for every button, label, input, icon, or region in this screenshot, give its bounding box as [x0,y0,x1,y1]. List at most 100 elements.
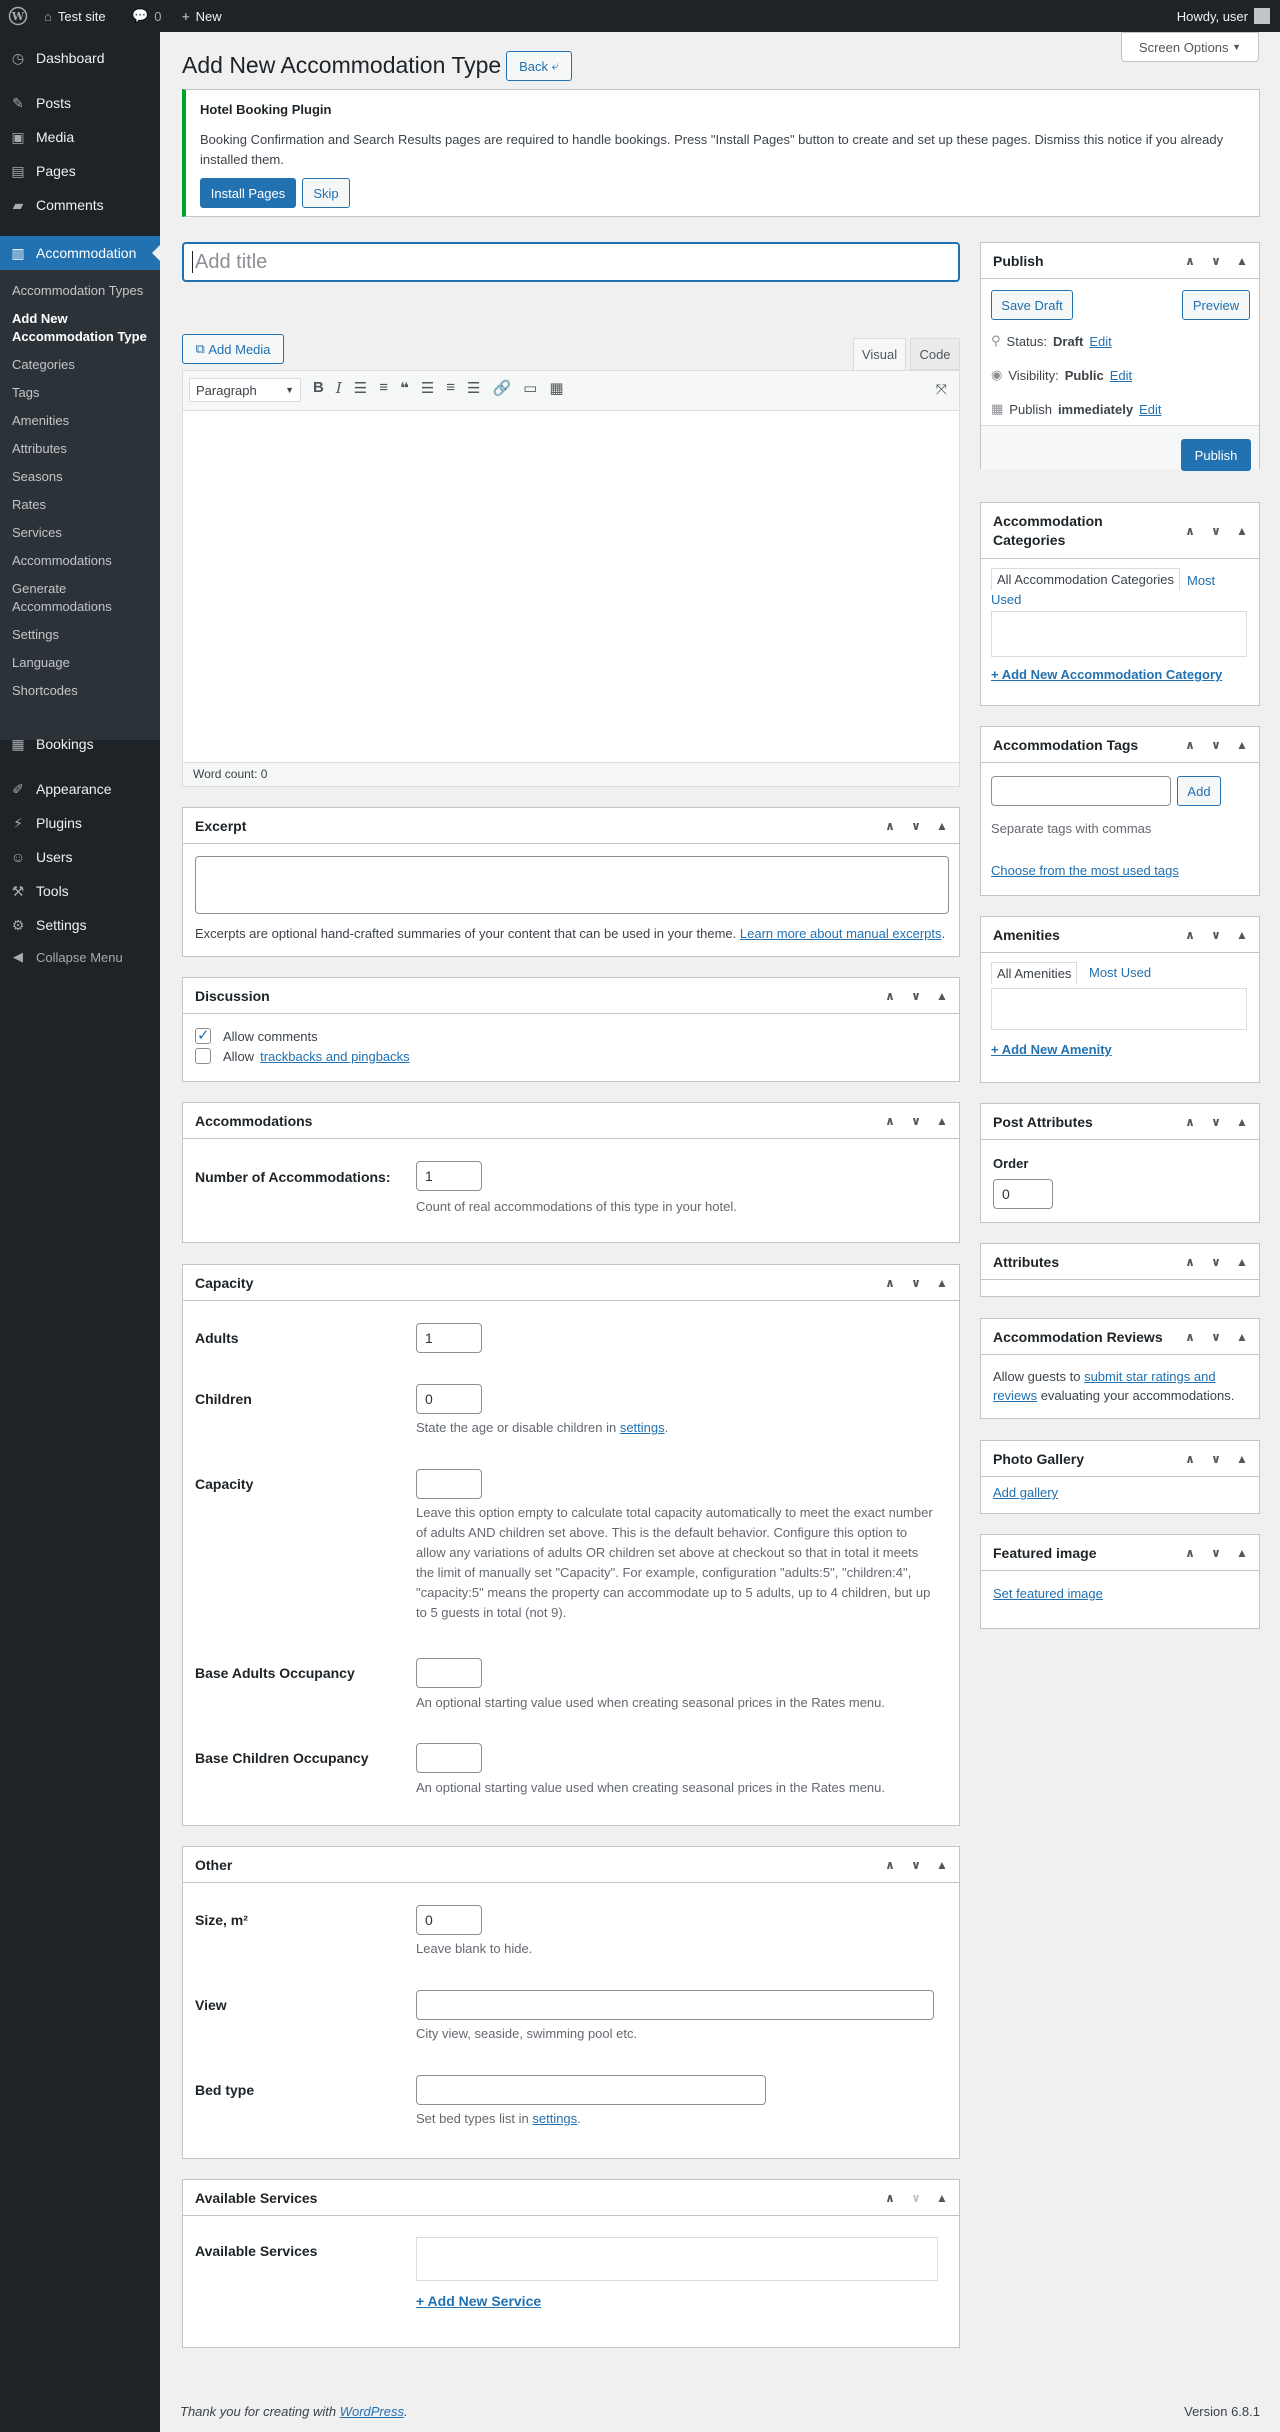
move-down-icon[interactable]: ∨ [1205,254,1227,268]
allow-trackbacks-checkbox[interactable] [195,1048,211,1064]
set-featured-image-link[interactable]: Set featured image [993,1586,1103,1601]
capacity-input[interactable] [416,1469,482,1499]
move-up-icon[interactable]: ∧ [879,2191,901,2205]
toggle-arrow-icon[interactable]: ▲ [931,1276,953,1290]
edit-visibility-link[interactable]: Edit [1110,368,1132,383]
submenu-settings[interactable]: Settings [12,626,152,644]
toggle-arrow-icon[interactable]: ▲ [1231,254,1253,268]
align-left-icon[interactable]: ☰ [421,379,434,397]
blockquote-icon[interactable]: ❝ [400,379,409,397]
move-up-icon[interactable]: ∧ [1179,1255,1201,1269]
menu-comments[interactable]: ▰ Comments [0,188,160,222]
toggle-arrow-icon[interactable]: ▲ [931,989,953,1003]
tab-visual[interactable]: Visual [853,338,906,370]
submenu-generate-accommodations[interactable]: Generate Accommodations [12,580,152,616]
edit-status-link[interactable]: Edit [1089,334,1111,349]
tab-most-used-categories[interactable]: Most Used [991,571,1241,609]
menu-bookings[interactable]: ▦ Bookings [0,727,160,761]
move-up-icon[interactable]: ∧ [1179,738,1201,752]
bold-icon[interactable]: B [313,379,324,397]
move-up-icon[interactable]: ∧ [1179,1115,1201,1129]
new-content-link[interactable]: + New [182,0,222,32]
screen-options-button[interactable]: Screen Options ▼ [1121,32,1259,62]
toggle-arrow-icon[interactable]: ▲ [1231,738,1253,752]
move-up-icon[interactable]: ∧ [1179,1330,1201,1344]
add-media-button[interactable]: ⧉ Add Media [182,334,284,364]
move-up-icon[interactable]: ∧ [1179,928,1201,942]
move-down-icon[interactable]: ∨ [1205,1255,1227,1269]
size-input[interactable]: 0 [416,1905,482,1935]
install-pages-button[interactable]: Install Pages [200,178,296,208]
bed-type-input[interactable] [416,2075,766,2105]
toggle-arrow-icon[interactable]: ▲ [931,819,953,833]
excerpt-learn-more-link[interactable]: Learn more about manual excerpts [740,926,942,941]
menu-plugins[interactable]: ⚡ Plugins [0,806,160,840]
move-down-icon[interactable]: ∨ [1205,738,1227,752]
move-down-icon[interactable]: ∨ [905,1276,927,1290]
view-input[interactable] [416,1990,934,2020]
menu-dashboard[interactable]: ◷ Dashboard [0,41,160,75]
link-icon[interactable]: 🔗 [492,379,511,397]
align-right-icon[interactable]: ☰ [467,379,480,397]
toggle-arrow-icon[interactable]: ▲ [1231,928,1253,942]
read-more-icon[interactable]: ▭ [523,379,537,397]
move-up-icon[interactable]: ∧ [1179,1452,1201,1466]
menu-tools[interactable]: ⚒ Tools [0,874,160,908]
back-button[interactable]: Back ⤶ [506,51,572,81]
toggle-arrow-icon[interactable]: ▲ [1231,1452,1253,1466]
wordpress-link[interactable]: WordPress [340,2404,404,2419]
move-down-icon[interactable]: ∨ [1205,928,1227,942]
choose-most-used-tags-link[interactable]: Choose from the most used tags [991,863,1179,878]
add-tag-button[interactable]: Add [1177,776,1221,806]
children-input[interactable]: 0 [416,1384,482,1414]
move-down-icon[interactable]: ∨ [905,1858,927,1872]
submenu-accommodation-types[interactable]: Accommodation Types [12,282,152,300]
move-up-icon[interactable]: ∧ [879,1114,901,1128]
bullet-list-icon[interactable]: ☰ [354,379,367,397]
publish-button[interactable]: Publish [1181,439,1251,471]
number-of-accommodations-input[interactable]: 1 [416,1161,482,1191]
move-down-icon[interactable]: ∨ [905,2191,927,2205]
move-up-icon[interactable]: ∧ [1179,522,1201,541]
submenu-accommodations[interactable]: Accommodations [12,552,152,570]
numbered-list-icon[interactable]: ≡ [379,379,388,397]
submenu-categories[interactable]: Categories [12,356,152,374]
move-down-icon[interactable]: ∨ [1205,1330,1227,1344]
toggle-arrow-icon[interactable]: ▲ [1231,1115,1253,1129]
children-settings-link[interactable]: settings [620,1420,665,1435]
base-adults-input[interactable] [416,1658,482,1688]
move-up-icon[interactable]: ∧ [879,819,901,833]
toggle-arrow-icon[interactable]: ▲ [1231,1546,1253,1560]
collapse-menu-button[interactable]: ◀ Collapse Menu [0,942,160,972]
move-up-icon[interactable]: ∧ [1179,1546,1201,1560]
toolbar-toggle-icon[interactable]: ▦ [549,379,563,397]
post-title-input[interactable]: Add title [182,242,960,282]
move-down-icon[interactable]: ∨ [1205,1546,1227,1560]
submenu-language[interactable]: Language [12,654,152,672]
tab-code[interactable]: Code [910,338,960,370]
wordpress-logo-icon[interactable]: W [8,0,28,32]
toggle-arrow-icon[interactable]: ▲ [931,2191,953,2205]
add-new-service-link[interactable]: + Add New Service [416,2293,541,2309]
menu-pages[interactable]: ▤ Pages [0,154,160,188]
new-tag-input[interactable] [991,776,1171,806]
move-down-icon[interactable]: ∨ [1205,1452,1227,1466]
adults-input[interactable]: 1 [416,1323,482,1353]
italic-icon[interactable]: I [336,379,342,397]
order-input[interactable]: 0 [993,1179,1053,1209]
move-down-icon[interactable]: ∨ [1205,522,1227,541]
submenu-attributes[interactable]: Attributes [12,440,152,458]
move-up-icon[interactable]: ∧ [1179,254,1201,268]
move-down-icon[interactable]: ∨ [1205,1115,1227,1129]
menu-posts[interactable]: ✎ Posts [0,86,160,120]
add-new-amenity-link[interactable]: + Add New Amenity [991,1042,1112,1057]
toggle-arrow-icon[interactable]: ▲ [931,1858,953,1872]
skip-button[interactable]: Skip [302,178,350,208]
base-children-input[interactable] [416,1743,482,1773]
move-up-icon[interactable]: ∧ [879,989,901,1003]
toggle-arrow-icon[interactable]: ▲ [931,1114,953,1128]
tab-all-amenities[interactable]: All Amenities [991,962,1078,984]
menu-accommodation[interactable]: ▥ Accommodation [0,236,160,270]
submenu-shortcodes[interactable]: Shortcodes [12,682,152,700]
align-center-icon[interactable]: ≡ [446,379,455,397]
